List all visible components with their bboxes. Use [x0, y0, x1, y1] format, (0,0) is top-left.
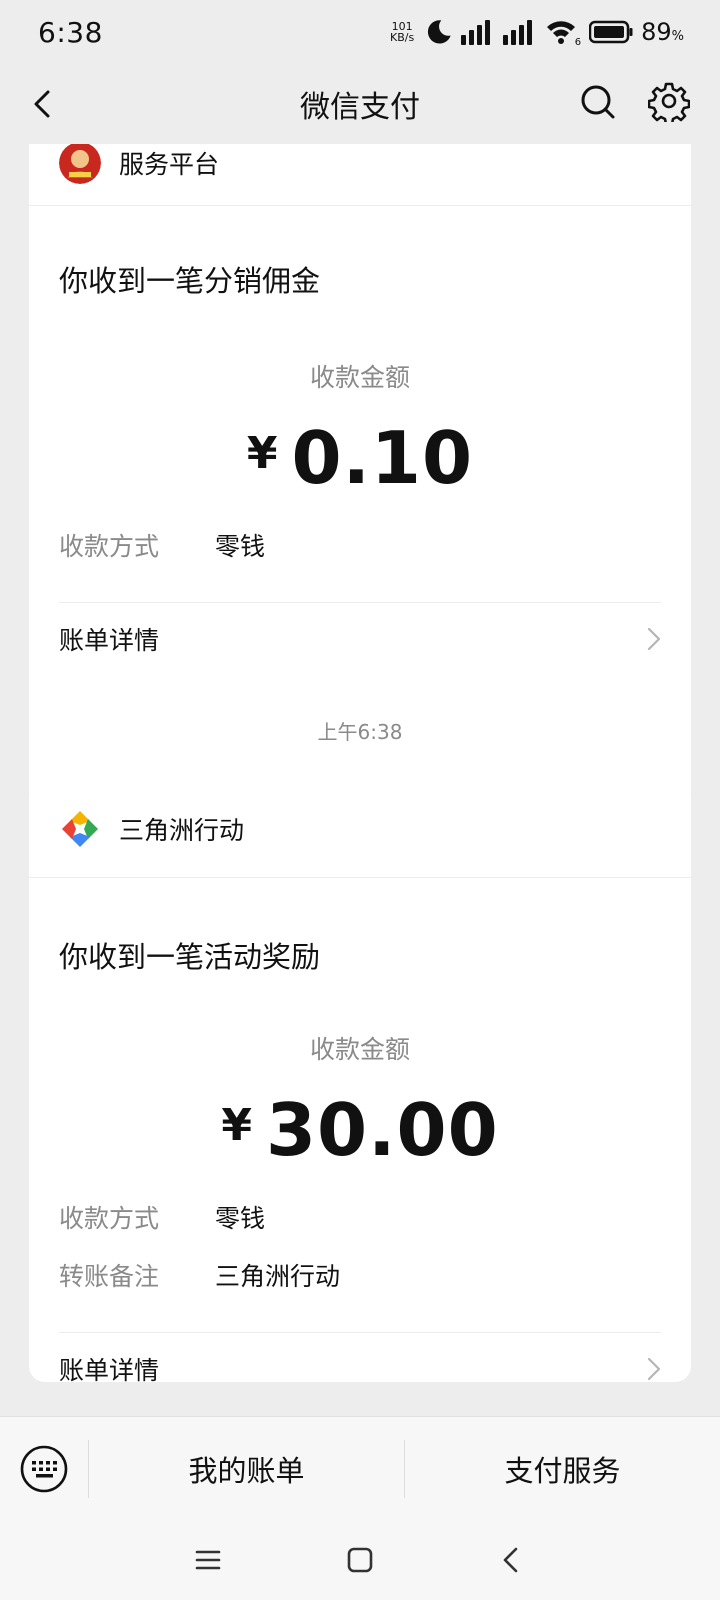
chevron-left-icon[interactable] [24, 84, 64, 124]
info-row: 转账备注 三角洲行动 [29, 1246, 691, 1304]
amount: ¥ 0.10 [29, 420, 691, 506]
home-icon[interactable] [344, 1544, 376, 1576]
signal-icon [461, 20, 491, 45]
amount-value: 0.10 [291, 416, 474, 500]
delta-force-logo-icon [62, 810, 98, 847]
my-bills-button[interactable]: 我的账单 [89, 1448, 404, 1490]
card-header[interactable]: 三角洲行动 [29, 780, 691, 878]
message-title: 你收到一笔分销佣金 [59, 264, 321, 298]
card-header[interactable]: 服务平台 [29, 144, 691, 206]
service-platform-avatar-icon [59, 144, 101, 184]
gear-icon[interactable] [648, 80, 690, 122]
payment-message-card[interactable]: 三角洲行动 你收到一笔活动奖励 收款金额 ¥ 30.00 收款方式 零钱 转账备… [29, 780, 691, 1385]
menu-icon[interactable] [192, 1544, 224, 1576]
amount: ¥ 30.00 [29, 1092, 691, 1178]
nav-bar: 微信支付 [0, 64, 720, 144]
keyboard-toggle-button[interactable] [0, 1417, 88, 1521]
message-title: 你收到一笔活动奖励 [59, 940, 321, 974]
currency-symbol: ¥ [246, 428, 278, 479]
sender-name: 服务平台 [119, 149, 220, 179]
page-title: 微信支付 [300, 90, 420, 125]
info-row: 收款方式 零钱 [29, 1188, 691, 1246]
status-icons: 101 KB/s 6 89% [387, 18, 684, 48]
bill-details-link[interactable]: 账单详情 [29, 1333, 691, 1405]
info-row: 收款方式 零钱 [29, 516, 691, 574]
bottom-menu-bar: 我的账单 支付服务 [0, 1416, 720, 1520]
info-value: 零钱 [215, 532, 266, 561]
message-list[interactable]: 服务平台 你收到一笔分销佣金 收款金额 ¥ 0.10 收款方式 零钱 账单详情 … [0, 144, 720, 1416]
moon-icon [428, 20, 451, 44]
wifi-icon: 6 [545, 18, 581, 48]
status-bar: 6:38 101 KB/s 6 89% [0, 0, 720, 64]
search-icon[interactable] [578, 82, 618, 122]
currency-symbol: ¥ [221, 1100, 252, 1151]
bill-details-label: 账单详情 [59, 626, 160, 655]
chevron-right-icon [647, 627, 661, 651]
info-key: 收款方式 [59, 1204, 160, 1233]
signal-icon-2 [503, 20, 533, 45]
battery-percent: 89% [641, 18, 684, 46]
bill-details-link[interactable]: 账单详情 [29, 603, 691, 675]
amount-label: 收款金额 [309, 363, 410, 392]
battery-icon [589, 20, 633, 44]
payment-message-card[interactable]: 服务平台 你收到一笔分销佣金 收款金额 ¥ 0.10 收款方式 零钱 账单详情 [29, 144, 691, 806]
bill-details-label: 账单详情 [59, 1356, 160, 1385]
info-key: 收款方式 [59, 532, 160, 561]
status-time: 6:38 [38, 15, 103, 49]
chevron-right-icon [647, 1357, 661, 1381]
system-navigation-bar [0, 1520, 720, 1600]
network-speed: 101 KB/s [389, 20, 415, 44]
amount-value: 30.00 [265, 1088, 499, 1172]
info-value: 三角洲行动 [215, 1262, 341, 1291]
keyboard-icon [20, 1445, 68, 1492]
info-value: 零钱 [215, 1204, 266, 1233]
sender-name: 三角洲行动 [119, 815, 245, 845]
payment-services-button[interactable]: 支付服务 [405, 1448, 720, 1490]
message-timestamp: 上午6:38 [317, 720, 403, 744]
info-key: 转账备注 [59, 1262, 160, 1291]
back-icon[interactable] [496, 1544, 528, 1576]
amount-label: 收款金额 [309, 1035, 410, 1064]
